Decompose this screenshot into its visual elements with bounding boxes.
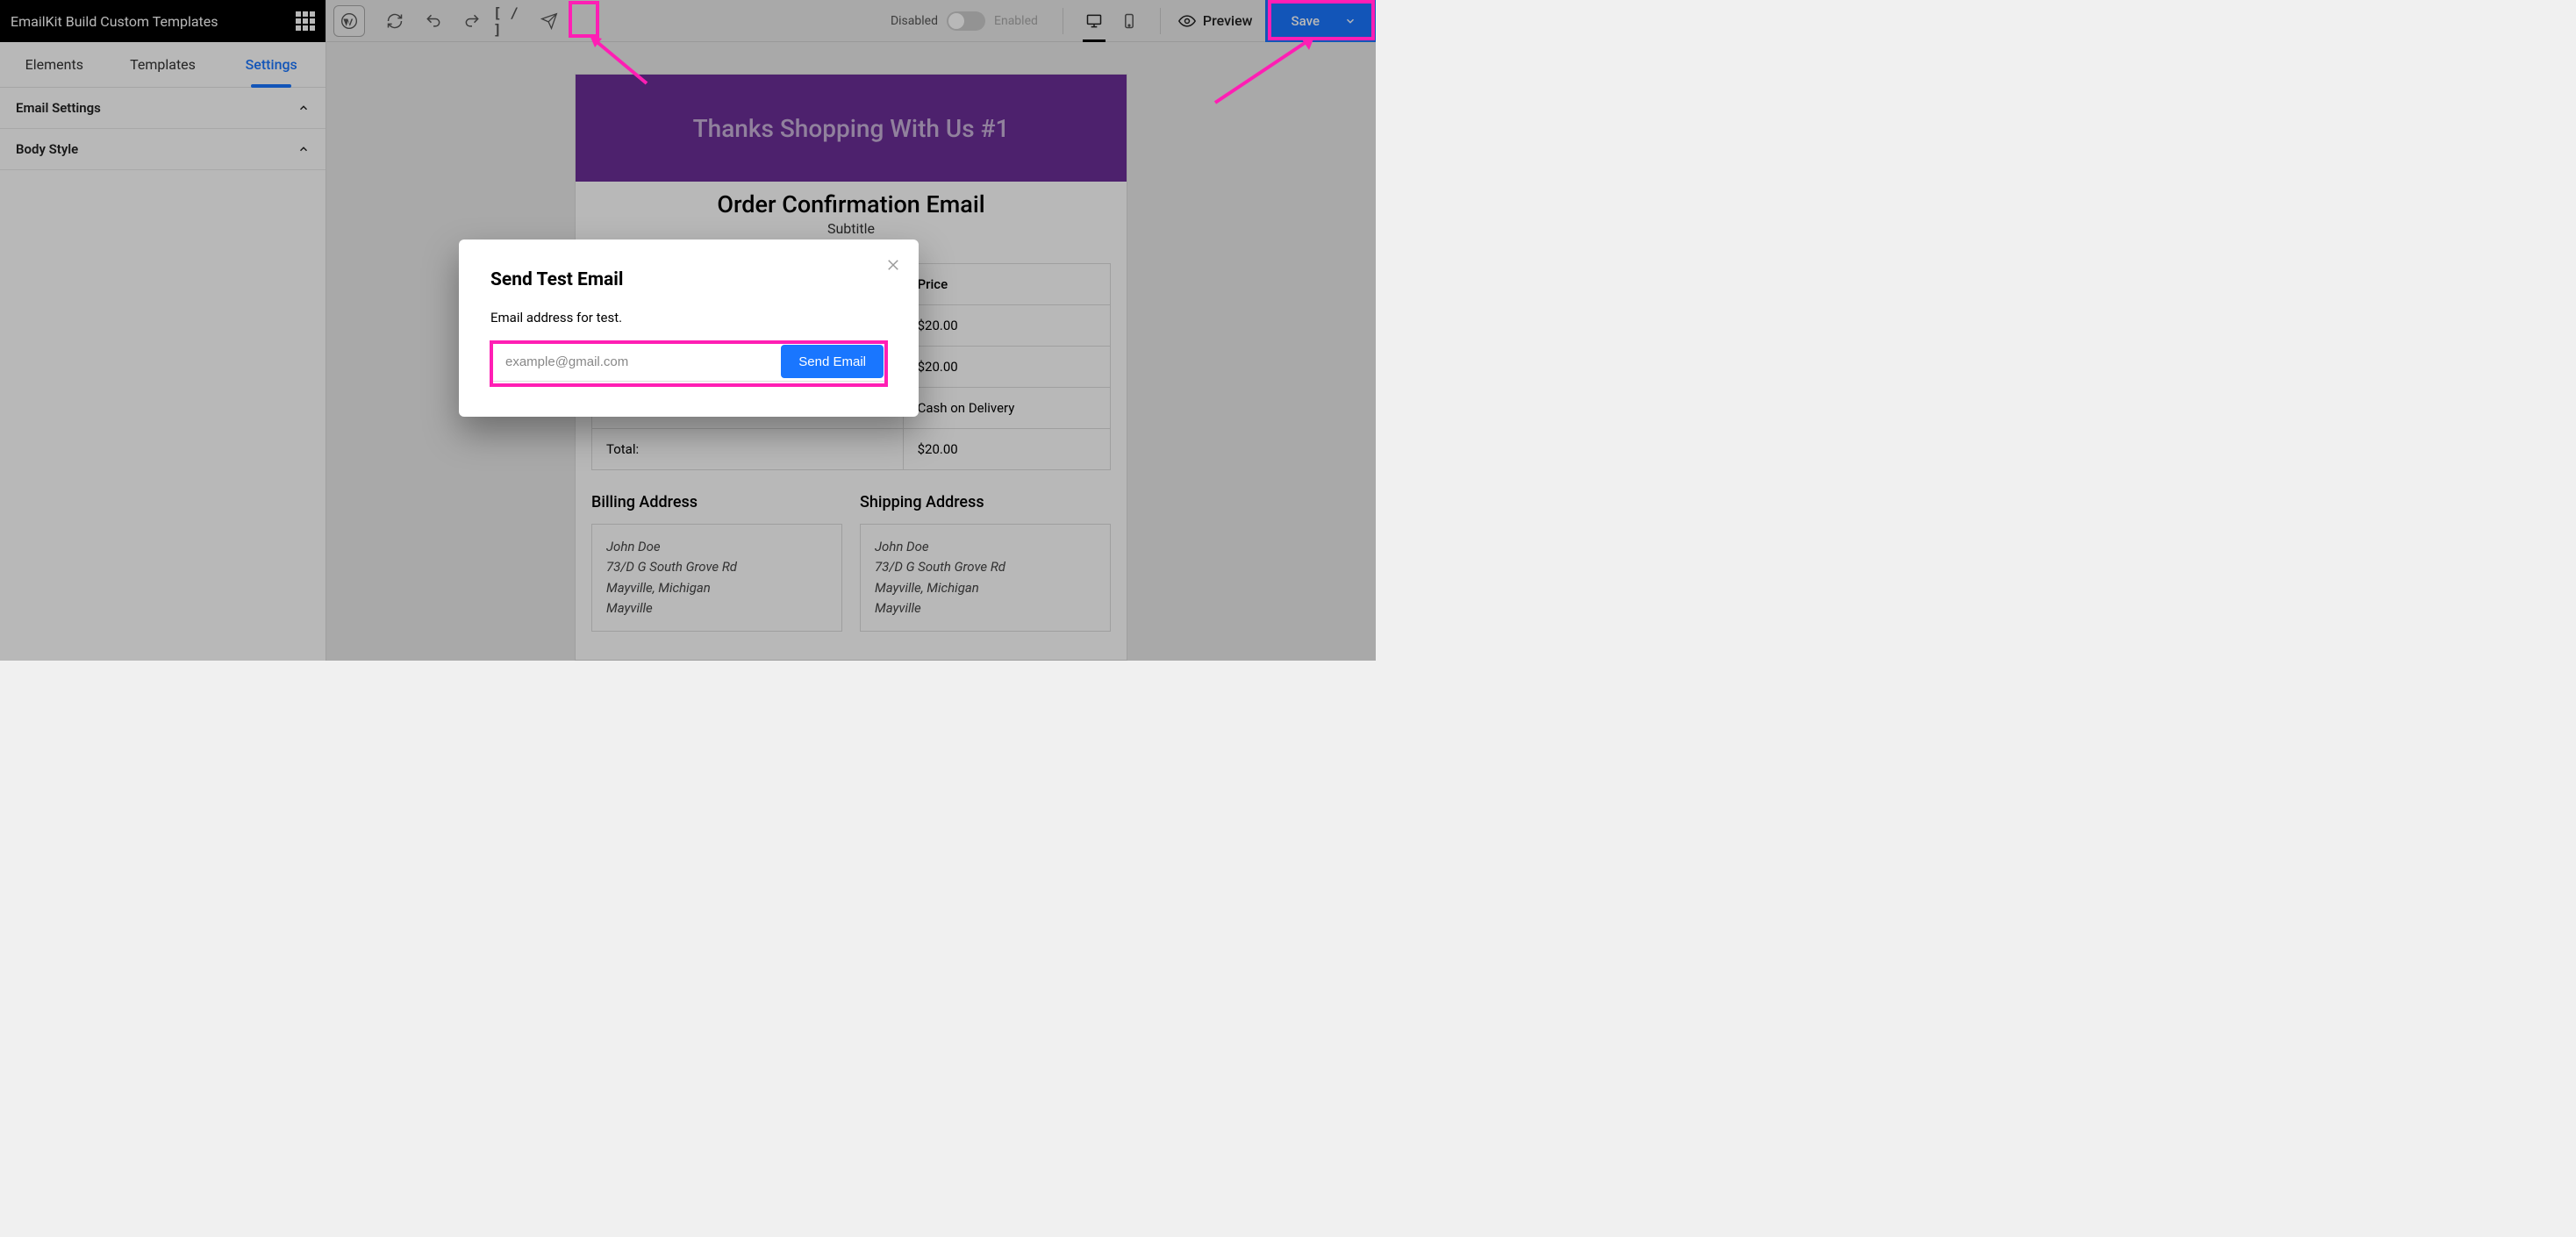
accordion-label: Email Settings (16, 100, 101, 116)
mobile-icon (1120, 12, 1138, 30)
shipping-title: Shipping Address (860, 493, 1111, 511)
paper-plane-icon (540, 12, 558, 30)
email-input-row: Send Email (490, 341, 887, 382)
test-email-input[interactable] (491, 342, 778, 381)
device-mobile-button[interactable] (1114, 6, 1144, 36)
tab-elements[interactable]: Elements (0, 42, 109, 87)
email-hero: Thanks Shopping With Us #1 (576, 75, 1127, 182)
refresh-icon (386, 12, 404, 30)
accordion-email-settings[interactable]: Email Settings (0, 88, 326, 129)
apps-grid-icon[interactable] (296, 11, 315, 31)
save-label: Save (1292, 13, 1320, 29)
refresh-button[interactable] (377, 6, 412, 36)
tab-settings[interactable]: Settings (217, 42, 326, 87)
redo-button[interactable] (454, 6, 490, 36)
modal-title: Send Test Email (490, 269, 887, 290)
disabled-label: Disabled (891, 14, 938, 28)
accordion-body-style[interactable]: Body Style (0, 129, 326, 170)
th-price: Price (903, 264, 1110, 305)
email-title: Order Confirmation Email (591, 190, 1111, 218)
save-button[interactable]: Save (1265, 0, 1376, 42)
billing-title: Billing Address (591, 493, 842, 511)
chevron-up-icon (297, 102, 310, 114)
undo-button[interactable] (416, 6, 451, 36)
device-desktop-button[interactable] (1079, 6, 1109, 36)
enable-toggle-group: Disabled Enabled (891, 11, 1038, 31)
redo-icon (463, 12, 481, 30)
hero-text: Thanks Shopping With Us #1 (693, 114, 1010, 143)
table-row: Total: $20.00 (592, 429, 1111, 470)
close-icon (885, 257, 901, 273)
preview-label: Preview (1203, 12, 1253, 29)
sidebar-tabs: Elements Templates Settings (0, 42, 326, 88)
tab-templates[interactable]: Templates (109, 42, 218, 87)
sidebar: EmailKit Build Custom Templates Elements… (0, 0, 326, 661)
enable-toggle[interactable] (947, 11, 985, 31)
chevron-down-icon (1344, 15, 1356, 27)
shipping-box: John Doe 73/D G South Grove Rd Mayville,… (860, 524, 1111, 632)
desktop-icon (1085, 12, 1103, 30)
billing-box: John Doe 73/D G South Grove Rd Mayville,… (591, 524, 842, 632)
app-title: EmailKit Build Custom Templates (11, 13, 218, 30)
preview-button[interactable]: Preview (1166, 0, 1265, 42)
enabled-label: Enabled (994, 14, 1038, 28)
email-subtitle: Subtitle (591, 220, 1111, 237)
shipping-column: Shipping Address John Doe 73/D G South G… (860, 493, 1111, 632)
undo-icon (425, 12, 442, 30)
chevron-up-icon (297, 143, 310, 155)
modal-close-button[interactable] (885, 257, 901, 276)
accordion-label: Body Style (16, 141, 78, 157)
send-test-button[interactable] (532, 6, 567, 36)
shortcode-label: [ / ] (493, 4, 528, 38)
modal-label: Email address for test. (490, 310, 887, 325)
device-switcher (1069, 6, 1155, 36)
topbar: [ / ] Disabled Enabled Preview Save (326, 0, 1376, 42)
billing-column: Billing Address John Doe 73/D G South Gr… (591, 493, 842, 632)
wordpress-icon (340, 12, 358, 30)
sidebar-header: EmailKit Build Custom Templates (0, 0, 326, 42)
send-test-modal: Send Test Email Email address for test. … (459, 240, 919, 417)
shortcode-button[interactable]: [ / ] (493, 6, 528, 36)
wordpress-button[interactable] (333, 5, 365, 37)
send-email-button[interactable]: Send Email (781, 345, 884, 378)
eye-icon (1178, 12, 1196, 30)
